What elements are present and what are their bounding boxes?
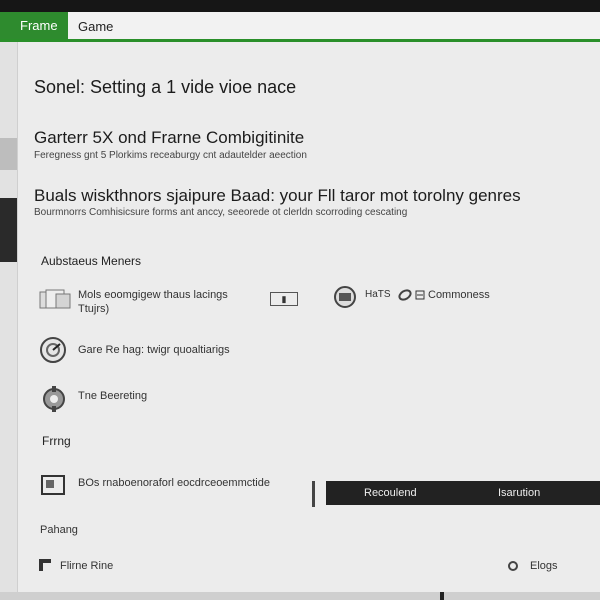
row1-label[interactable]: Mols eoomgigew thaus lacings bbox=[78, 289, 228, 301]
page-title: Sonel: Setting a 1 vide vioe nace bbox=[34, 77, 297, 97]
row1-sub: Ttujrs) bbox=[78, 303, 110, 315]
tab-bar: Frame Game bbox=[0, 12, 600, 42]
footer-label: Pahang bbox=[40, 524, 78, 536]
row1-value-box[interactable]: ▮ bbox=[270, 292, 298, 306]
display-icon bbox=[41, 475, 65, 495]
row3-label[interactable]: Tne Beereting bbox=[78, 390, 147, 402]
settings-panel: Sonel: Setting a 1 vide vioe nace Garter… bbox=[17, 42, 600, 592]
background-sidebar bbox=[0, 42, 18, 600]
bottom-right-label[interactable]: Elogs bbox=[530, 560, 558, 572]
refresh-icon bbox=[508, 561, 518, 571]
row1-right-prefix: HaTS bbox=[365, 289, 391, 300]
background-band-dark bbox=[0, 198, 18, 262]
controller-icon bbox=[334, 286, 356, 308]
isarution-button[interactable]: Isarution bbox=[498, 481, 540, 505]
recoulend-button[interactable]: Recoulend bbox=[364, 481, 417, 505]
button-bar: Recoulend Isarution bbox=[326, 481, 600, 505]
section-title-frame: Garterr 5X ond Frarne Combigitinite bbox=[34, 128, 305, 147]
tab-game[interactable]: Game bbox=[78, 12, 113, 39]
bottom-marker bbox=[440, 592, 444, 600]
folder-stack-icon bbox=[39, 289, 71, 309]
background-band bbox=[0, 138, 18, 170]
section-subtitle-frame: Feregness gnt 5 Plorkims receaburgy cnt … bbox=[34, 150, 307, 161]
gauge-icon bbox=[40, 337, 66, 363]
list-icon bbox=[415, 290, 425, 300]
bottom-edge bbox=[0, 592, 600, 600]
row2-label[interactable]: Gare Re hag: twigr quoaltiarigs bbox=[78, 344, 230, 356]
section-label-frrng: Frrng bbox=[42, 434, 71, 448]
bottom-left-label[interactable]: Flirne Rine bbox=[60, 560, 113, 572]
tab-frame[interactable]: Frame bbox=[0, 12, 68, 39]
gear-icon bbox=[43, 386, 65, 412]
frame-icon bbox=[39, 559, 51, 571]
button-divider bbox=[312, 481, 315, 507]
list-header: Aubstaeus Meners bbox=[41, 254, 142, 268]
section-title-genres: Buals wiskthnors sjaipure Baad: your Fll… bbox=[34, 186, 521, 205]
link-icon bbox=[398, 289, 412, 301]
window-top-strip bbox=[0, 0, 600, 12]
section-subtitle-genres: Bourmnorrs Comhisicsure forms ant anccy,… bbox=[34, 207, 408, 218]
row1-right-label[interactable]: Commoness bbox=[428, 289, 490, 301]
row4-label[interactable]: BOs rnaboenoraforl eocdrceoemmctide bbox=[78, 477, 270, 489]
